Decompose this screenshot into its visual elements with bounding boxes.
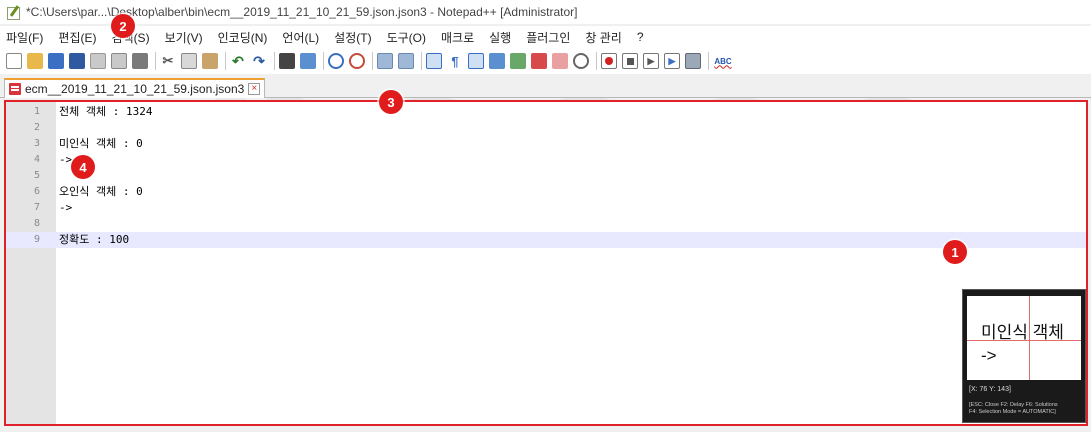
editor-line[interactable]: 8 — [6, 216, 1086, 232]
save-macro-icon[interactable] — [685, 53, 701, 69]
play-macro-icon[interactable]: ▶ — [643, 53, 659, 69]
close-tab-icon[interactable]: × — [248, 83, 261, 95]
toolbar-separator — [372, 52, 373, 70]
editor-line-current[interactable]: 9 정확도 : 100 — [6, 232, 1086, 248]
menu-file[interactable]: 파일(F) — [6, 29, 43, 46]
open-file-icon[interactable] — [27, 53, 43, 69]
magnifier-view: 미인식 객체 -> — [967, 296, 1081, 380]
toolbar-separator — [596, 52, 597, 70]
toolbar-separator — [155, 52, 156, 70]
run-macro-multiple-icon[interactable]: ▶ — [664, 53, 680, 69]
magnifier-text-line1: 미인식 객체 — [981, 323, 1064, 342]
spell-check-icon[interactable]: ABC — [713, 53, 733, 69]
editor-line[interactable]: 4 -> — [6, 152, 1086, 168]
toolbar-separator — [274, 52, 275, 70]
editor-line[interactable]: 6 오인식 객체 : 0 — [6, 184, 1086, 200]
magnifier-coordinates: [X: 76 Y: 143] — [969, 386, 1011, 393]
zoom-in-icon[interactable] — [328, 53, 344, 69]
find-icon[interactable] — [279, 53, 295, 69]
menu-bar: 파일(F) 편집(E) 검색(S) 보기(V) 인코딩(N) 언어(L) 설정(… — [0, 26, 1091, 48]
menu-help[interactable]: ? — [637, 30, 644, 44]
stop-record-icon[interactable] — [622, 53, 638, 69]
editor-line[interactable]: 5 — [6, 168, 1086, 184]
line-number: 8 — [33, 218, 40, 229]
redo-icon[interactable]: ↷ — [251, 53, 267, 69]
undo-icon[interactable]: ↶ — [230, 53, 246, 69]
editor-line[interactable]: 3 미인식 객체 : 0 — [6, 136, 1086, 152]
line-text: 전체 객체 : 1324 — [59, 105, 153, 118]
word-wrap-icon[interactable] — [426, 53, 442, 69]
print-icon[interactable] — [132, 53, 148, 69]
tab-bar: ecm__2019_11_21_10_21_59.json.json3 × — [0, 76, 1091, 98]
annotation-marker-4: 4 — [71, 155, 95, 179]
menu-run[interactable]: 실행 — [489, 29, 511, 46]
menu-tools[interactable]: 도구(O) — [387, 29, 426, 46]
toolbar-separator — [323, 52, 324, 70]
line-number: 9 — [33, 234, 40, 245]
line-number: 3 — [33, 138, 40, 149]
menu-encoding[interactable]: 인코딩(N) — [218, 29, 268, 46]
line-text: -> — [59, 201, 73, 214]
menu-view[interactable]: 보기(V) — [165, 29, 203, 46]
line-number: 2 — [33, 122, 40, 133]
line-text: 정확도 : 100 — [59, 233, 130, 246]
close-icon[interactable] — [90, 53, 106, 69]
document-map-icon[interactable] — [489, 53, 505, 69]
annotation-marker-3: 3 — [379, 90, 403, 114]
toolbar: ✂ ↶ ↷ ¶ ▶ ▶ ABC — [0, 48, 1091, 74]
tab-label: ecm__2019_11_21_10_21_59.json.json3 — [25, 82, 245, 96]
monitoring-eye-icon[interactable] — [573, 53, 589, 69]
record-macro-icon[interactable] — [601, 53, 617, 69]
save-icon[interactable] — [48, 53, 64, 69]
editor-line[interactable]: 1 전체 객체 : 1324 — [6, 104, 1086, 120]
editor-area[interactable]: 1 전체 객체 : 1324 2 3 미인식 객체 : 0 4 -> 5 6 오… — [4, 100, 1088, 426]
menu-language[interactable]: 언어(L) — [282, 29, 319, 46]
show-all-chars-icon[interactable]: ¶ — [447, 53, 463, 69]
paste-icon[interactable] — [202, 53, 218, 69]
monitor-icon[interactable] — [552, 53, 568, 69]
function-list-icon[interactable] — [510, 53, 526, 69]
line-number: 5 — [33, 170, 40, 181]
menu-edit[interactable]: 편집(E) — [58, 29, 96, 46]
copy-icon[interactable] — [181, 53, 197, 69]
editor-line[interactable]: 7 -> — [6, 200, 1086, 216]
replace-icon[interactable] — [300, 53, 316, 69]
menu-plugins[interactable]: 플러그인 — [526, 29, 570, 46]
annotation-marker-2: 2 — [111, 14, 135, 38]
window-title: *C:\Users\par...\Desktop\alber\bin\ecm__… — [26, 5, 578, 19]
menu-settings[interactable]: 설정(T) — [334, 29, 371, 46]
line-text: 미인식 객체 : 0 — [59, 137, 143, 150]
line-number: 6 — [33, 186, 40, 197]
toolbar-separator — [708, 52, 709, 70]
menu-macro[interactable]: 매크로 — [441, 29, 474, 46]
sync-horizontal-icon[interactable] — [398, 53, 414, 69]
line-number: 1 — [33, 106, 40, 117]
line-text: 오인식 객체 : 0 — [59, 185, 143, 198]
magnifier-text-line2: -> — [981, 346, 997, 365]
notepad-plus-plus-icon — [6, 5, 20, 20]
menu-window[interactable]: 창 관리 — [585, 29, 621, 46]
line-number: 4 — [33, 154, 40, 165]
save-all-icon[interactable] — [69, 53, 85, 69]
toolbar-separator — [225, 52, 226, 70]
folder-workspace-icon[interactable] — [531, 53, 547, 69]
toolbar-separator — [421, 52, 422, 70]
editor-line[interactable]: 2 — [6, 120, 1086, 136]
close-all-icon[interactable] — [111, 53, 127, 69]
indent-guide-icon[interactable] — [468, 53, 484, 69]
modified-file-icon — [9, 83, 21, 95]
tab-ecm-json3[interactable]: ecm__2019_11_21_10_21_59.json.json3 × — [4, 78, 266, 98]
annotation-marker-1: 1 — [943, 240, 967, 264]
zoom-out-icon[interactable] — [349, 53, 365, 69]
magnifier-hint-line2: F4: Selection Mode = AUTOMATIC] — [969, 409, 1056, 415]
title-bar: *C:\Users\par...\Desktop\alber\bin\ecm__… — [0, 0, 1091, 24]
magnifier-panel: 미인식 객체 -> [X: 76 Y: 143] [ESC: Close F2:… — [962, 289, 1086, 423]
magnifier-hint-line1: [ESC: Close F2: Delay F6: Solutions — [969, 402, 1058, 408]
cut-icon[interactable]: ✂ — [160, 53, 176, 69]
new-file-icon[interactable] — [6, 53, 22, 69]
sync-vertical-icon[interactable] — [377, 53, 393, 69]
line-number: 7 — [33, 202, 40, 213]
